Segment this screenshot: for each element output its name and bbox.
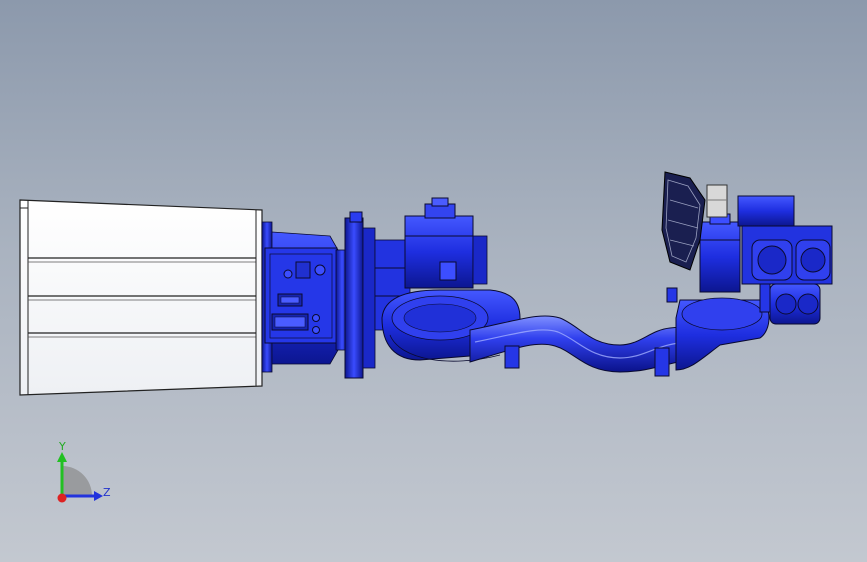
z-axis-arrow [94,491,103,501]
gripper-frame[interactable] [661,171,706,271]
cad-viewport[interactable]: Y Z [0,0,867,562]
y-axis-label: Y [58,440,66,453]
axis-triad: Y Z [57,440,111,503]
x-axis-origin [57,493,67,503]
robot-arm-model[interactable] [0,0,867,562]
z-axis-label: Z [103,486,111,499]
wrist-motor[interactable] [699,184,741,293]
wrist-casting[interactable] [666,281,771,371]
y-axis-arrow [57,452,67,462]
forearm-tube[interactable] [469,315,691,377]
triad-quadrant [62,466,92,496]
shoulder-motor[interactable] [404,197,488,289]
base-connector-box[interactable] [264,247,349,351]
end-housing[interactable] [19,199,263,396]
